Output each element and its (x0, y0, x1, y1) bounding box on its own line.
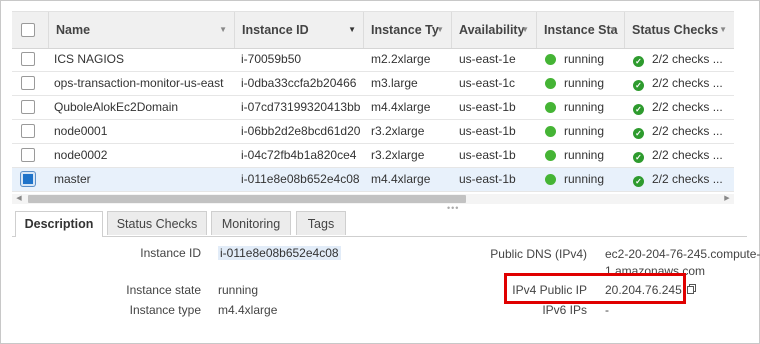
sort-caret-icon[interactable]: ▼ (436, 12, 444, 48)
column-header-instance-id[interactable]: Instance ID ▼ (235, 12, 364, 48)
instance-type: r3.2xlarge (371, 124, 425, 138)
instance-id: i-70059b50 (241, 52, 302, 66)
tab-tags[interactable]: Tags (296, 211, 346, 235)
instance-state: running (545, 96, 625, 119)
tab-status-checks[interactable]: Status Checks (107, 211, 207, 235)
check-ok-icon: ✓ (633, 152, 644, 163)
status-checks: ✓ 2/2 checks ... (633, 96, 733, 119)
check-ok-icon: ✓ (633, 176, 644, 187)
public-dns-value-line1: ec2-20-204-76-245.compute- (605, 247, 760, 261)
row-checkbox[interactable] (21, 172, 35, 186)
instance-id-value: i-011e8e08b652e4c08 (218, 246, 341, 260)
column-header-status-checks[interactable]: Status Checks ▼ (625, 12, 734, 48)
instance-state-value: running (218, 283, 259, 297)
row-checkbox[interactable] (21, 76, 35, 90)
instance-type: r3.2xlarge (371, 148, 425, 162)
availability-zone: us-east-1b (459, 172, 516, 186)
instance-state: running (545, 144, 625, 167)
highlight-box (504, 273, 686, 304)
availability-zone: us-east-1b (459, 148, 516, 162)
status-checks: ✓ 2/2 checks ... (633, 144, 733, 167)
status-checks: ✓ 2/2 checks ... (633, 168, 733, 191)
instance-type-label: Instance type (129, 303, 201, 317)
select-all-checkbox[interactable] (21, 23, 35, 37)
instance-name: node0001 (54, 124, 108, 138)
instance-id-label: Instance ID (140, 246, 201, 260)
running-status-dot-icon (545, 102, 556, 113)
running-status-dot-icon (545, 150, 556, 161)
status-checks: ✓ 2/2 checks ... (633, 120, 733, 143)
column-header-availability[interactable]: Availability ▼ (452, 12, 537, 48)
instance-id: i-04c72fb4b1a820ce4 (241, 148, 357, 162)
availability-zone: us-east-1c (459, 76, 516, 90)
instance-name: node0002 (54, 148, 108, 162)
column-header-instance-type[interactable]: Instance Ty ▼ (364, 12, 452, 48)
ipv6-ips-label: IPv6 IPs (542, 303, 587, 317)
running-status-dot-icon (545, 78, 556, 89)
instance-name: ops-transaction-monitor-us-east (54, 76, 224, 90)
table-row-selected[interactable]: master i-011e8e08b652e4c08 m4.4xlarge us… (12, 168, 734, 192)
scroll-left-icon[interactable]: ◀ (14, 194, 24, 204)
column-header-name[interactable]: Name ▼ (49, 12, 235, 48)
instance-state-label: Instance state (126, 283, 201, 297)
table-row[interactable]: ICS NAGIOS i-70059b50 m2.2xlarge us-east… (12, 48, 734, 72)
tab-monitoring[interactable]: Monitoring (211, 211, 291, 235)
status-checks: ✓ 2/2 checks ... (633, 72, 733, 95)
instance-type: m3.large (371, 76, 418, 90)
sort-caret-icon[interactable]: ▼ (219, 12, 227, 48)
column-header-instance-state[interactable]: Instance Sta ▼ (537, 12, 625, 48)
running-status-dot-icon (545, 174, 556, 185)
instance-state: running (545, 168, 625, 191)
instance-name: QuboleAlokEc2Domain (54, 100, 179, 114)
scrollbar-thumb[interactable] (28, 195, 466, 203)
select-all-column (12, 12, 49, 48)
instance-type: m4.4xlarge (371, 172, 431, 186)
instance-state: running (545, 48, 625, 71)
instance-type: m4.4xlarge (371, 100, 431, 114)
instance-id: i-07cd73199320413bb (241, 100, 361, 114)
public-dns-label: Public DNS (IPv4) (490, 247, 587, 261)
running-status-dot-icon (545, 126, 556, 137)
row-checkbox[interactable] (21, 100, 35, 114)
instance-type: m2.2xlarge (371, 52, 431, 66)
instance-type-value: m4.4xlarge (218, 303, 278, 317)
tab-description[interactable]: Description (15, 211, 103, 237)
table-row[interactable]: node0002 i-04c72fb4b1a820ce4 r3.2xlarge … (12, 144, 734, 168)
check-ok-icon: ✓ (633, 128, 644, 139)
check-ok-icon: ✓ (633, 104, 644, 115)
instances-table-header: Name ▼ Instance ID ▼ Instance Ty ▼ Avail… (12, 11, 734, 49)
running-status-dot-icon (545, 54, 556, 65)
copy-icon[interactable] (687, 284, 696, 294)
table-row[interactable]: node0001 i-06bb2d2e8bcd61d20 r3.2xlarge … (12, 120, 734, 144)
instance-id: i-011e8e08b652e4c08 (241, 172, 360, 186)
ec2-console-panel: Name ▼ Instance ID ▼ Instance Ty ▼ Avail… (0, 0, 760, 344)
sort-caret-icon[interactable]: ▼ (521, 12, 529, 48)
instance-name: ICS NAGIOS (54, 52, 125, 66)
check-ok-icon: ✓ (633, 80, 644, 91)
instance-state: running (545, 120, 625, 143)
check-ok-icon: ✓ (633, 56, 644, 67)
row-checkbox[interactable] (21, 52, 35, 66)
availability-zone: us-east-1b (459, 100, 516, 114)
details-tabs: Description Status Checks Monitoring Tag… (12, 211, 747, 237)
instance-id: i-06bb2d2e8bcd61d20 (241, 124, 361, 138)
availability-zone: us-east-1e (459, 52, 516, 66)
row-checkbox[interactable] (21, 124, 35, 138)
ipv6-ips-value: - (605, 303, 609, 317)
sort-caret-icon[interactable]: ▼ (719, 12, 727, 48)
table-row[interactable]: ops-transaction-monitor-us-east i-0dba33… (12, 72, 734, 96)
availability-zone: us-east-1b (459, 124, 516, 138)
row-checkbox[interactable] (21, 148, 35, 162)
instance-id: i-0dba33ccfa2b20466 (241, 76, 357, 90)
instance-state: running (545, 72, 625, 95)
table-row[interactable]: QuboleAlokEc2Domain i-07cd73199320413bb … (12, 96, 734, 120)
horizontal-scrollbar[interactable]: ◀ ▶ (12, 194, 734, 204)
instance-name: master (54, 172, 91, 186)
sort-caret-icon[interactable]: ▼ (609, 12, 617, 48)
status-checks: ✓ 2/2 checks ... (633, 48, 733, 71)
sort-caret-icon[interactable]: ▼ (348, 12, 356, 48)
scroll-right-icon[interactable]: ▶ (722, 194, 732, 204)
